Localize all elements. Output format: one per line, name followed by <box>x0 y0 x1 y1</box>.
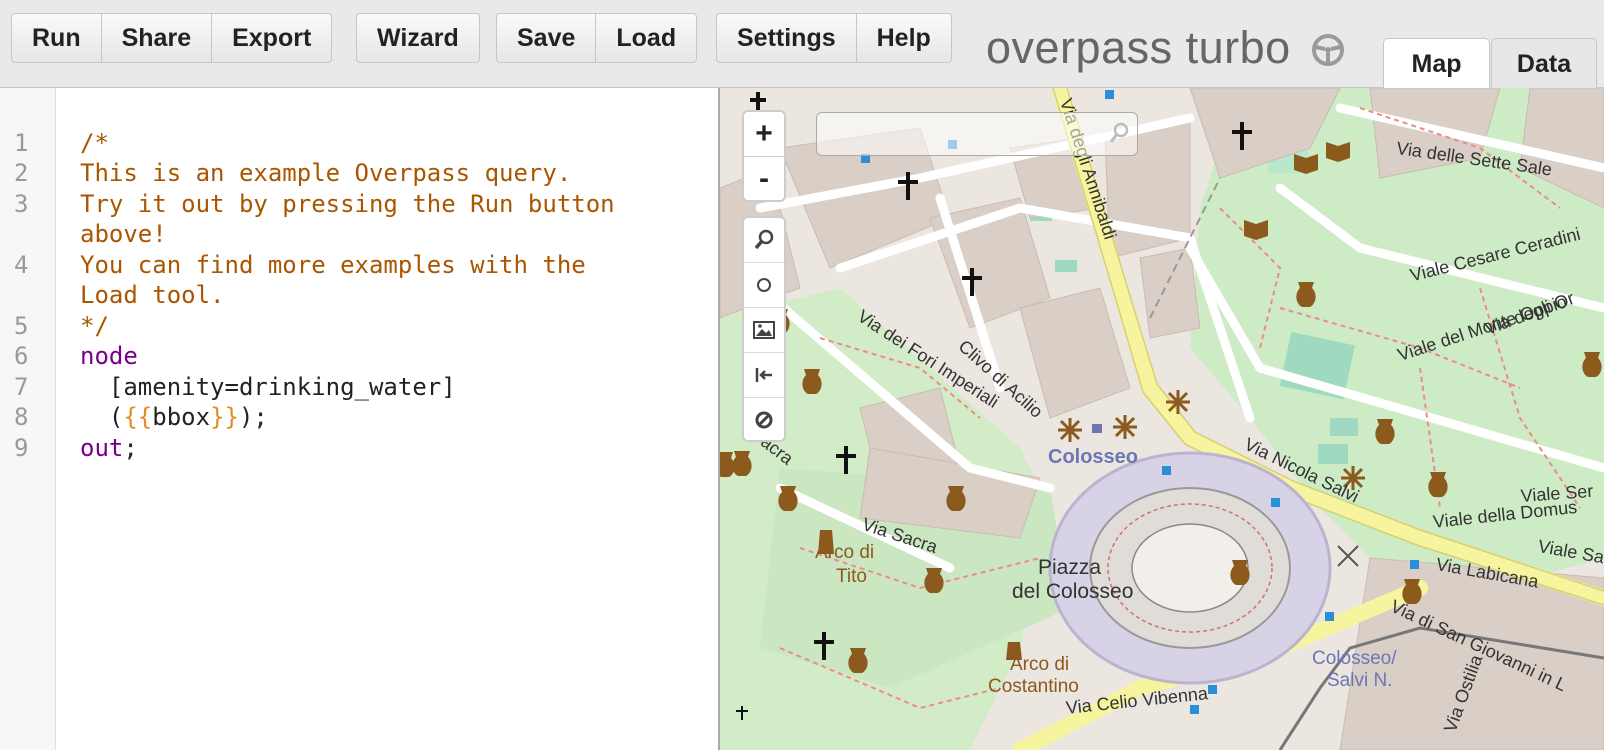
settings-help-group: Settings Help <box>716 13 952 63</box>
place-label: Salvi N. <box>1327 670 1393 691</box>
zoom-out-button[interactable]: - <box>744 156 784 201</box>
fit-bounds-button[interactable] <box>744 352 784 397</box>
map-view[interactable]: Colosseo Piazza del Colosseo Arco di Tit… <box>720 88 1604 750</box>
wizard-button[interactable]: Wizard <box>357 14 479 62</box>
place-label: Tito <box>836 566 867 587</box>
map-search-input[interactable] <box>816 112 1138 156</box>
wizard-group: Wizard <box>356 13 480 63</box>
query-editor[interactable]: 1 2 3 4 5 6 7 8 9 /* This is an example … <box>0 88 720 750</box>
code-token: {{ <box>123 403 153 431</box>
place-label: Colosseo <box>1048 446 1139 468</box>
line-number: 8 <box>14 403 29 431</box>
code-token: }} <box>210 403 239 431</box>
line-number: 1 <box>14 129 29 157</box>
save-load-group: Save Load <box>496 13 698 63</box>
zoom-to-data-button[interactable] <box>744 218 784 262</box>
place-label: Costantino <box>988 676 1079 697</box>
run-button[interactable]: Run <box>12 14 102 62</box>
toolbar: Run Share Export Wizard Save Load Settin… <box>0 0 1604 89</box>
place-label: del Colosseo <box>1012 580 1134 603</box>
line-number: 9 <box>14 434 29 462</box>
code-line: /* <box>80 129 109 157</box>
line-number: 2 <box>14 159 29 187</box>
code-line: This is an example Overpass query. <box>80 159 572 187</box>
line-number: 4 <box>14 251 29 279</box>
line-number: 3 <box>14 190 29 218</box>
code-token: out <box>80 434 124 462</box>
settings-button[interactable]: Settings <box>717 14 857 62</box>
export-image-icon <box>753 321 775 339</box>
line-number: 7 <box>14 373 29 401</box>
place-label: Arco di <box>1010 654 1070 675</box>
locate-icon <box>757 278 771 292</box>
code-line: out; <box>80 434 138 462</box>
help-button[interactable]: Help <box>857 14 951 62</box>
tab-map[interactable]: Map <box>1383 38 1490 89</box>
code-line: Load tool. <box>80 281 225 309</box>
place-label: Piazza <box>1038 556 1102 579</box>
code-line: */ <box>80 312 109 340</box>
map-tools-control <box>742 216 786 442</box>
clear-button[interactable] <box>744 397 784 442</box>
line-number: 5 <box>14 312 29 340</box>
fit-bounds-icon <box>755 368 772 382</box>
zoom-in-button[interactable]: + <box>744 112 784 156</box>
zoom-to-data-icon <box>754 229 774 250</box>
code-token: bbox <box>152 403 211 431</box>
code-line: above! <box>80 220 167 248</box>
app-title: overpass turbo <box>986 22 1291 73</box>
code-line: You can find more examples with the <box>80 251 586 279</box>
save-button[interactable]: Save <box>497 14 597 62</box>
line-number-gutter: 1 2 3 4 5 6 7 8 9 <box>0 88 56 750</box>
code-line: [amenity=drinking_water] <box>80 373 456 401</box>
code-token: ); <box>238 403 268 431</box>
code-line: node <box>80 342 138 370</box>
zoom-control: + - <box>742 110 786 202</box>
place-label: Colosseo/ <box>1312 648 1397 669</box>
place-label: Arco di <box>815 542 875 563</box>
clear-icon <box>755 411 773 429</box>
search-icon[interactable] <box>1108 122 1130 144</box>
load-button[interactable]: Load <box>596 14 696 62</box>
code-token: ( <box>80 403 124 431</box>
locate-button[interactable] <box>744 262 784 307</box>
run-share-export-group: Run Share Export <box>11 13 333 63</box>
export-button[interactable]: Export <box>212 14 331 62</box>
line-number: 6 <box>14 342 29 370</box>
share-button[interactable]: Share <box>102 14 213 62</box>
code-line: ({{bbox}}); <box>80 403 268 431</box>
code-token: ; <box>123 434 138 462</box>
export-image-button[interactable] <box>744 307 784 352</box>
steering-wheel-icon <box>1312 34 1344 66</box>
tab-data[interactable]: Data <box>1491 38 1597 88</box>
code-line: Try it out by pressing the Run button <box>80 190 615 218</box>
